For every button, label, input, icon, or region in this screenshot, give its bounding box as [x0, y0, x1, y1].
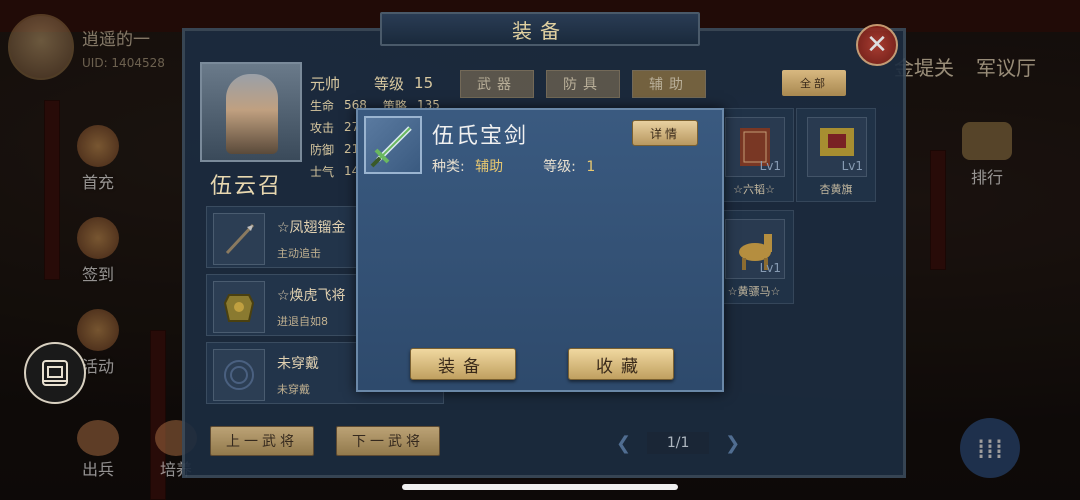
tab-accessory[interactable]: 辅助: [632, 70, 706, 98]
item-level: Lv1: [841, 159, 863, 173]
item-name: 杏黄旗: [819, 183, 853, 196]
rank-label: 排行: [970, 168, 1003, 187]
player-avatar[interactable]: [8, 14, 74, 80]
main-menu-button[interactable]: ⁞⁞⁞: [960, 418, 1020, 478]
slot-item-name: ☆凤翅镏金: [277, 220, 346, 236]
close-button[interactable]: ✕: [856, 24, 898, 66]
player-name: 逍遥的一: [82, 29, 150, 50]
next-hero-button[interactable]: 下一武将: [336, 426, 440, 456]
slot-item-desc: 进退自如8: [277, 315, 328, 328]
stat-label: 士气: [310, 164, 335, 179]
tab-armor[interactable]: 防具: [546, 70, 620, 98]
hero-portrait[interactable]: [200, 62, 302, 162]
page-indicator: 1/1: [647, 432, 710, 454]
item-name: ☆六韬☆: [733, 183, 775, 196]
sword-icon: [364, 116, 422, 174]
rank-icon: [962, 122, 1012, 160]
detail-button[interactable]: 详情: [632, 120, 698, 146]
item-card[interactable]: Lv1 杏黄旗: [796, 108, 876, 202]
sign-in-label: 签到: [81, 265, 114, 284]
hero-level: 15: [414, 74, 434, 92]
event-icon: [77, 309, 119, 351]
player-uid: UID: 1404528: [82, 55, 165, 70]
dispatch-button[interactable]: 出兵: [70, 420, 126, 480]
stat-label: 防御: [310, 142, 335, 157]
menu-icon: ⁞⁞⁞: [976, 431, 1004, 465]
hero-face: [226, 74, 278, 154]
level-label: 等级:: [543, 159, 576, 175]
panel-title: 装备: [380, 12, 700, 46]
item-name: ☆黄骠马☆: [727, 285, 781, 298]
equip-button[interactable]: 装备: [410, 348, 516, 380]
filter-all-button[interactable]: 全部: [782, 70, 846, 96]
stat-label: 攻击: [310, 120, 335, 135]
popup-item-name: 伍氏宝剑: [432, 124, 529, 149]
close-icon: ✕: [866, 30, 888, 60]
item-level: Lv1: [759, 261, 781, 275]
empty-slot-icon: [213, 349, 265, 401]
slot-item-name: ☆焕虎飞将: [277, 288, 346, 304]
tab-weapon[interactable]: 武器: [460, 70, 534, 98]
bag-button[interactable]: [24, 342, 86, 404]
bag-icon: [42, 360, 68, 386]
slot-item-desc: 未穿戴: [277, 383, 310, 396]
first-charge-icon: [77, 125, 119, 167]
dispatch-label: 出兵: [81, 460, 114, 479]
first-charge-button[interactable]: 首充: [70, 125, 126, 193]
stat-label: 生命: [310, 98, 335, 113]
prev-hero-button[interactable]: 上一武将: [210, 426, 314, 456]
chevron-right-icon[interactable]: ❯: [725, 433, 740, 454]
player-info[interactable]: 逍遥的一 UID: 1404528: [8, 14, 165, 80]
chevron-left-icon[interactable]: ❮: [616, 433, 631, 454]
first-charge-label: 首充: [81, 173, 114, 192]
favorite-button[interactable]: 收藏: [568, 348, 674, 380]
pager: ❮ 1/1 ❯: [616, 432, 740, 454]
type-value: 辅助: [475, 159, 504, 175]
dispatch-icon: [77, 420, 119, 456]
hero-name: 伍云召: [210, 174, 283, 199]
top-right-nav: 金堤关 军议厅: [894, 52, 1036, 81]
popup-item-meta: 种类: 辅助 等级: 1: [432, 156, 595, 176]
sign-in-button[interactable]: 签到: [70, 217, 126, 285]
hero-level-label: 等级: [374, 74, 405, 93]
sign-in-icon: [77, 217, 119, 259]
item-card[interactable]: Lv1 ☆六韬☆: [714, 108, 794, 202]
slot-item-name: 未穿戴: [277, 356, 319, 372]
nav-council-hall[interactable]: 军议厅: [976, 52, 1036, 81]
rank-button[interactable]: 排行: [962, 122, 1012, 188]
item-detail-popup: 伍氏宝剑 详情 种类: 辅助 等级: 1 装备 收藏: [356, 108, 724, 392]
armor-icon: [213, 281, 265, 333]
slot-item-desc: 主动追击: [277, 247, 321, 260]
item-level: Lv1: [759, 159, 781, 173]
item-card[interactable]: Lv1 ☆黄骠马☆: [714, 210, 794, 304]
spear-icon: [213, 213, 265, 265]
level-value: 1: [586, 159, 596, 175]
home-indicator[interactable]: [402, 484, 678, 490]
hero-title: 元帅: [310, 74, 341, 93]
type-label: 种类:: [432, 159, 465, 175]
